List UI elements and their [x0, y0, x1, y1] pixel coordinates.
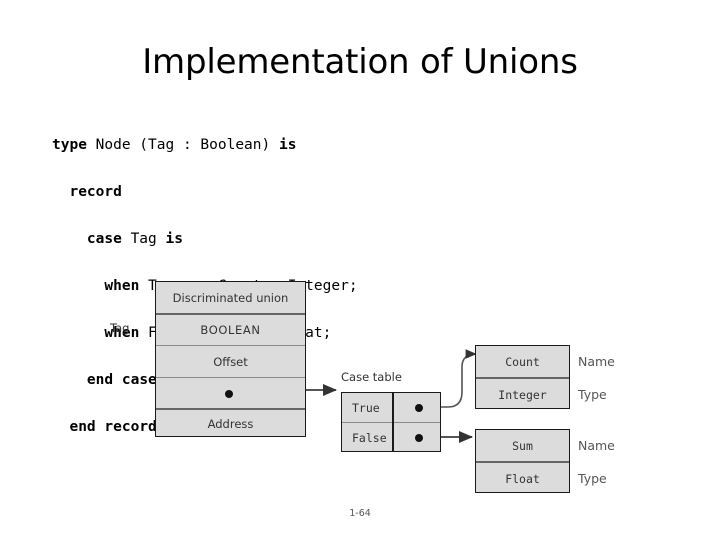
case-table-column-divider [392, 393, 394, 451]
variant-sum-name: Sum [512, 438, 533, 453]
descriptor-row-boolean: BOOLEAN [200, 322, 261, 337]
variant-count-name: Count [505, 354, 540, 369]
descriptor-row-pointer [156, 378, 305, 409]
case-table-pointer-dot-true [415, 404, 423, 412]
case-table-box: True False [341, 392, 441, 452]
variant-sum-type-label: Type [578, 471, 607, 486]
variant-count-type-label: Type [578, 387, 607, 402]
slide-canvas: Implementation of Unions type Node (Tag … [0, 0, 720, 540]
union-implementation-diagram: Tag Discriminated union BOOLEAN Offset A… [0, 0, 720, 540]
case-table-key-false: False [352, 430, 387, 445]
variant-box-sum: Sum Float [475, 429, 570, 493]
case-table-label: Case table [341, 370, 402, 384]
descriptor-row-discriminated-union: Discriminated union [172, 290, 289, 305]
descriptor-row-address: Address [207, 417, 254, 431]
connector-lines [236, 349, 477, 443]
descriptor-row-offset: Offset [213, 354, 248, 369]
variant-count-type: Integer [498, 387, 547, 402]
slide-number: 1-64 [349, 508, 371, 519]
case-table-pointer-dot-false [415, 434, 423, 442]
pointer-dot [224, 389, 233, 398]
variant-count-name-label: Name [578, 354, 615, 369]
descriptor-box: Discriminated union BOOLEAN Offset Addre… [155, 281, 306, 437]
variant-sum-name-label: Name [578, 438, 615, 453]
tag-label: Tag [110, 321, 130, 335]
variant-sum-type: Float [505, 471, 540, 486]
case-table-key-true: True [352, 400, 380, 415]
variant-box-count: Count Integer [475, 345, 570, 409]
